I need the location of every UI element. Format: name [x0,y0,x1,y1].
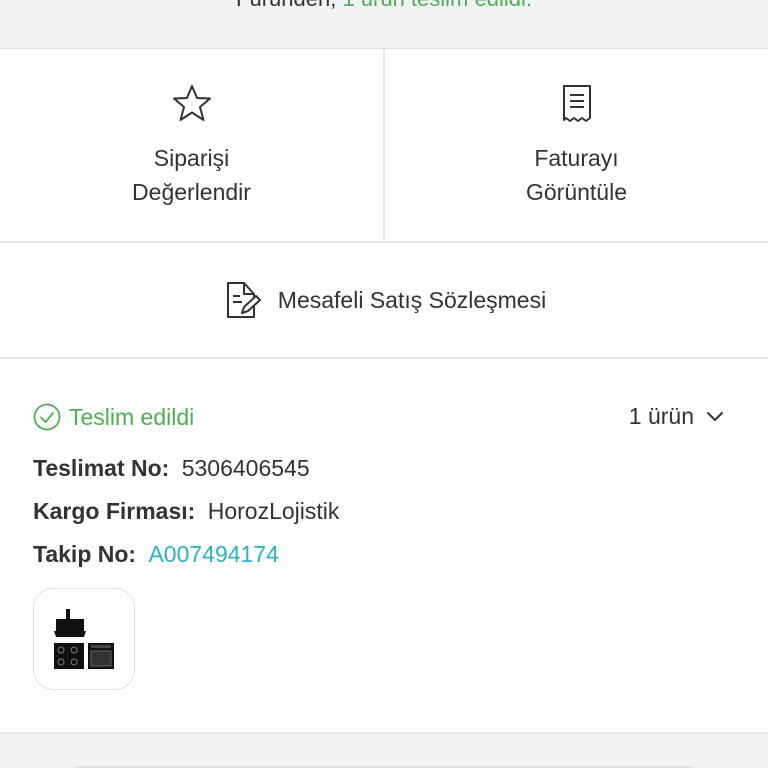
check-circle-icon [33,403,61,431]
item-count-toggle[interactable]: 1 ürün [629,403,724,430]
review-order-label: Siparişi Değerlendir [132,145,251,205]
product-thumbnail[interactable] [33,588,135,690]
tracking-number-link[interactable]: A007494174 [148,541,278,567]
carrier-label: Kargo Firması: [33,498,196,524]
delivery-summary-banner: Furunden, 1 ürün teslim edildi. [0,0,768,49]
banner-prefix: Furunden, [236,0,336,11]
bottom-area [0,734,768,768]
review-order-button[interactable]: Siparişi Değerlendir [0,49,385,241]
item-count-label: 1 ürün [628,403,694,429]
carrier-value: HorozLojistik [207,498,340,524]
star-icon [172,83,212,123]
distance-sales-contract-button[interactable]: Mesafeli Satış Sözleşmesi [0,243,768,359]
order-actions: Siparişi Değerlendir Faturayı Görüntüle [0,49,768,243]
carrier-row: Kargo Firması: HorozLojistik [33,498,339,525]
chevron-down-icon [707,411,723,421]
delivery-number-label: Teslimat No: [33,455,170,481]
view-invoice-label: Faturayı Görüntüle [525,145,627,205]
banner-status: 1 ürün teslim edildi. [342,0,532,11]
view-invoice-button[interactable]: Faturayı Görüntüle [385,49,768,241]
tracking-row: Takip No: A007494174 [33,541,279,568]
delivery-status-label: Teslim edildi [69,403,195,430]
receipt-icon [557,83,597,123]
delivery-number-row: Teslimat No: 5306406545 [33,455,310,482]
contract-label: Mesafeli Satış Sözleşmesi [277,286,547,313]
delivery-number-value: 5306406545 [181,455,310,481]
document-edit-icon [222,280,262,320]
delivery-summary-text: Furunden, 1 ürün teslim edildi. [0,0,768,12]
order-detail-screen: Furunden, 1 ürün teslim edildi. Siparişi… [0,0,768,768]
kitchen-set-product-image [54,609,114,669]
tracking-label: Takip No: [33,541,137,567]
delivery-status: Teslim edildi [33,403,194,431]
shipment-card: Teslim edildi 1 ürün Teslimat No: 530640… [0,359,768,734]
